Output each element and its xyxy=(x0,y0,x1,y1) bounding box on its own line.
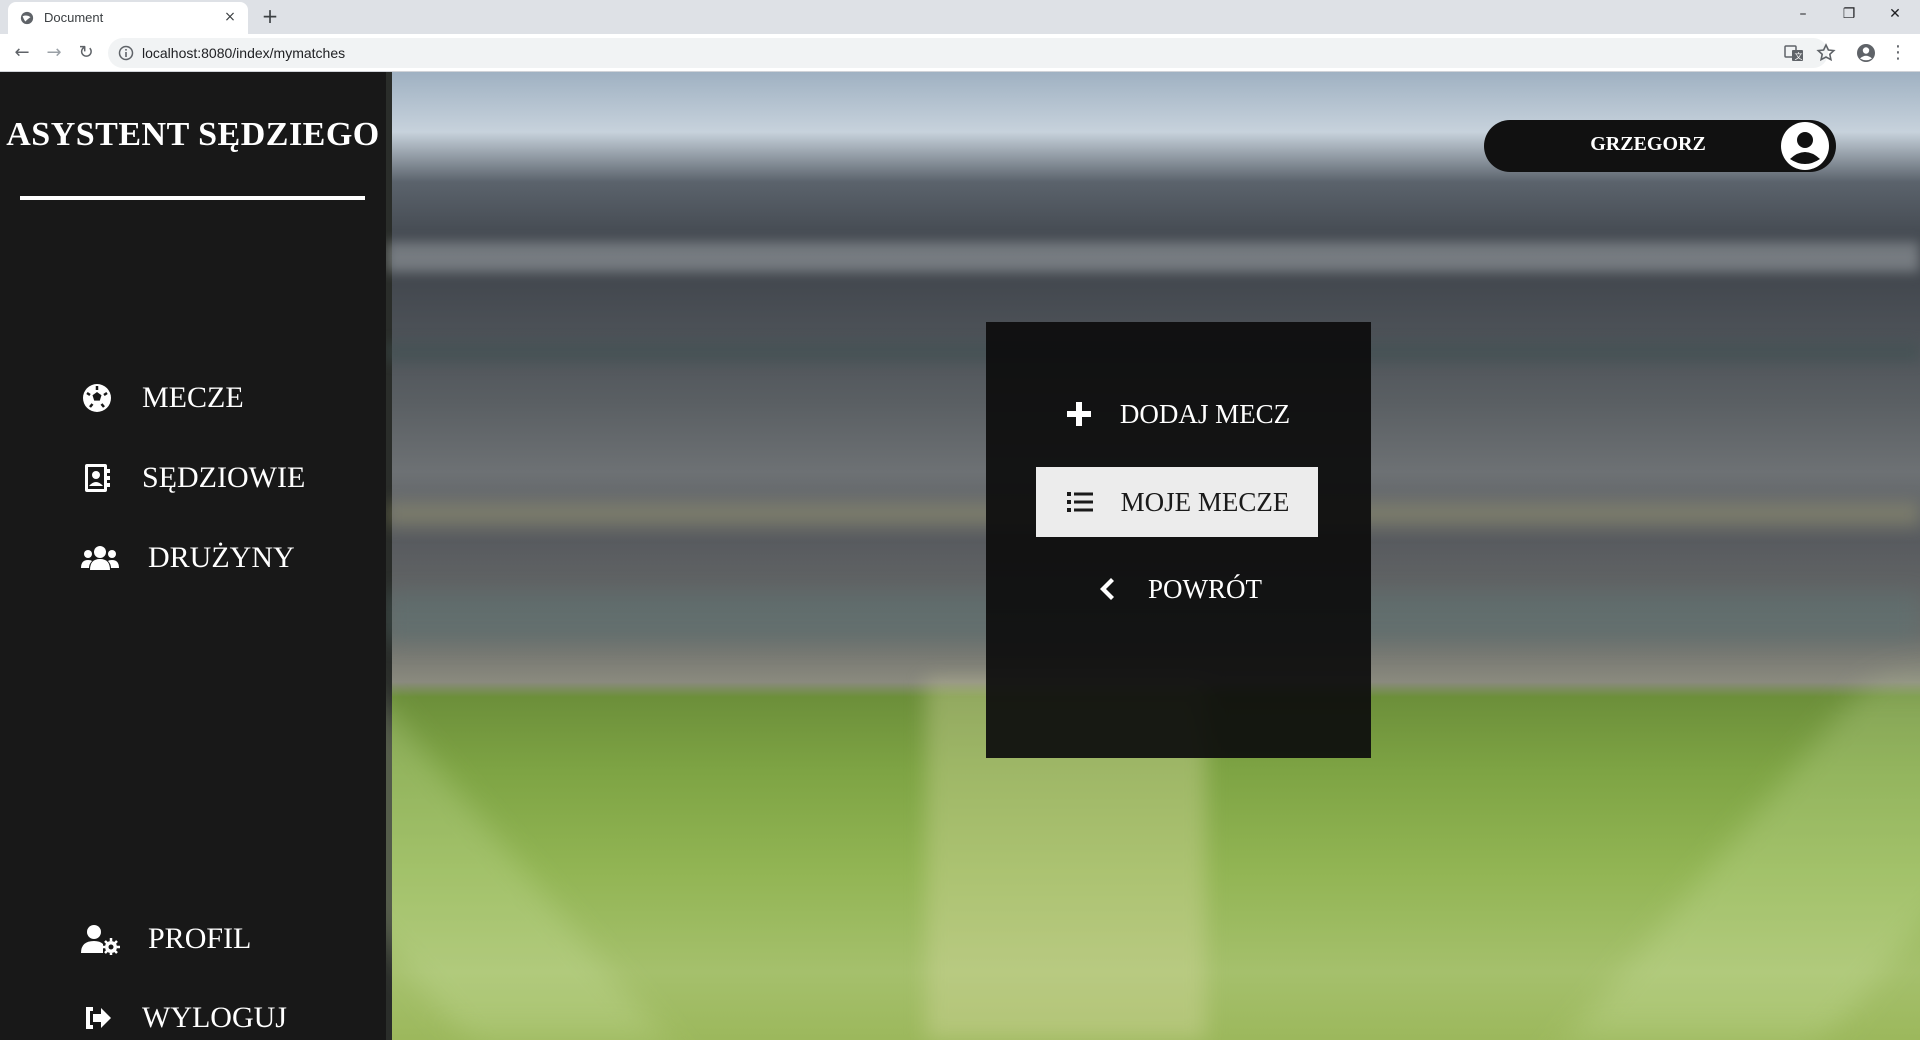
forward-button[interactable]: → xyxy=(40,39,68,67)
star-icon[interactable] xyxy=(1814,41,1838,65)
users-icon xyxy=(80,541,120,575)
sidebar-item-mecze[interactable]: MECZE xyxy=(80,374,244,422)
back-link-button[interactable]: POWRÓT xyxy=(1036,554,1318,624)
maximize-button[interactable]: ❐ xyxy=(1826,0,1872,30)
sidebar: ASYSTENT SĘDZIEGO MECZE SĘDZIOWIE DRUŻYN… xyxy=(0,72,386,1040)
field-stripe xyxy=(1566,680,1920,1040)
svg-text:文: 文 xyxy=(1795,51,1803,61)
field-stripe xyxy=(386,680,666,1040)
chevron-left-icon xyxy=(1092,574,1122,604)
contact-card-icon xyxy=(80,461,114,495)
user-cog-icon xyxy=(80,922,120,956)
user-menu[interactable]: GRZEGORZ xyxy=(1484,120,1836,172)
soccer-ball-icon xyxy=(80,381,114,415)
my-matches-button[interactable]: MOJE MECZE xyxy=(1036,467,1318,537)
back-button[interactable]: ← xyxy=(8,39,36,67)
new-tab-button[interactable]: + xyxy=(258,4,282,28)
user-circle-icon[interactable] xyxy=(1780,121,1830,171)
sidebar-item-druzyny[interactable]: DRUŻYNY xyxy=(80,534,295,582)
user-name[interactable]: GRZEGORZ xyxy=(1484,133,1812,156)
tab-close-icon[interactable]: × xyxy=(222,9,238,25)
account-icon[interactable] xyxy=(1854,41,1878,65)
add-match-button[interactable]: DODAJ MECZ xyxy=(1036,379,1318,449)
my-matches-label: MOJE MECZE xyxy=(1120,486,1290,517)
add-match-label: DODAJ MECZ xyxy=(1119,398,1291,429)
info-icon[interactable] xyxy=(118,45,134,61)
sidebar-item-wyloguj[interactable]: WYLOGUJ xyxy=(80,994,287,1040)
browser-menu-icon[interactable]: ⋮ xyxy=(1884,39,1912,67)
back-link-label: POWRÓT xyxy=(1148,573,1262,604)
sidebar-item-label: SĘDZIOWIE xyxy=(142,461,306,494)
page: ASYSTENT SĘDZIEGO MECZE SĘDZIOWIE DRUŻYN… xyxy=(0,72,1920,1040)
browser-toolbar: ← → ↻ localhost:8080/index/mymatches 文 ⋮ xyxy=(0,34,1920,72)
minimize-button[interactable]: – xyxy=(1780,0,1826,30)
sidebar-item-label: PROFIL xyxy=(148,922,252,955)
browser-tab[interactable]: Document × xyxy=(8,2,248,34)
browser-tabbar: Document × + – ❐ ✕ xyxy=(0,0,1920,34)
sidebar-item-label: MECZE xyxy=(142,381,244,414)
reload-button[interactable]: ↻ xyxy=(72,39,100,67)
sidebar-item-profil[interactable]: PROFIL xyxy=(80,915,251,963)
stand-band xyxy=(386,242,1920,272)
sidebar-item-label: WYLOGUJ xyxy=(142,1001,287,1034)
url-text[interactable]: localhost:8080/index/mymatches xyxy=(142,45,345,61)
plus-icon xyxy=(1064,399,1094,429)
list-icon xyxy=(1065,487,1095,517)
brand-divider xyxy=(20,196,365,200)
app-brand[interactable]: ASYSTENT SĘDZIEGO xyxy=(0,116,386,154)
tab-title: Document xyxy=(44,10,104,25)
sidebar-item-sedziowie[interactable]: SĘDZIOWIE xyxy=(80,454,305,502)
sign-out-icon xyxy=(80,1001,114,1035)
globe-icon xyxy=(20,11,34,25)
matches-menu-panel: DODAJ MECZ MOJE MECZE POWRÓT xyxy=(986,322,1371,758)
sidebar-item-label: DRUŻYNY xyxy=(148,541,295,574)
close-window-button[interactable]: ✕ xyxy=(1872,0,1918,30)
translate-icon[interactable]: 文 xyxy=(1782,41,1806,65)
stadium-background: GRZEGORZ DODAJ MECZ MOJE MECZE POWRÓT xyxy=(386,72,1920,1040)
address-bar[interactable]: localhost:8080/index/mymatches xyxy=(108,38,1828,68)
